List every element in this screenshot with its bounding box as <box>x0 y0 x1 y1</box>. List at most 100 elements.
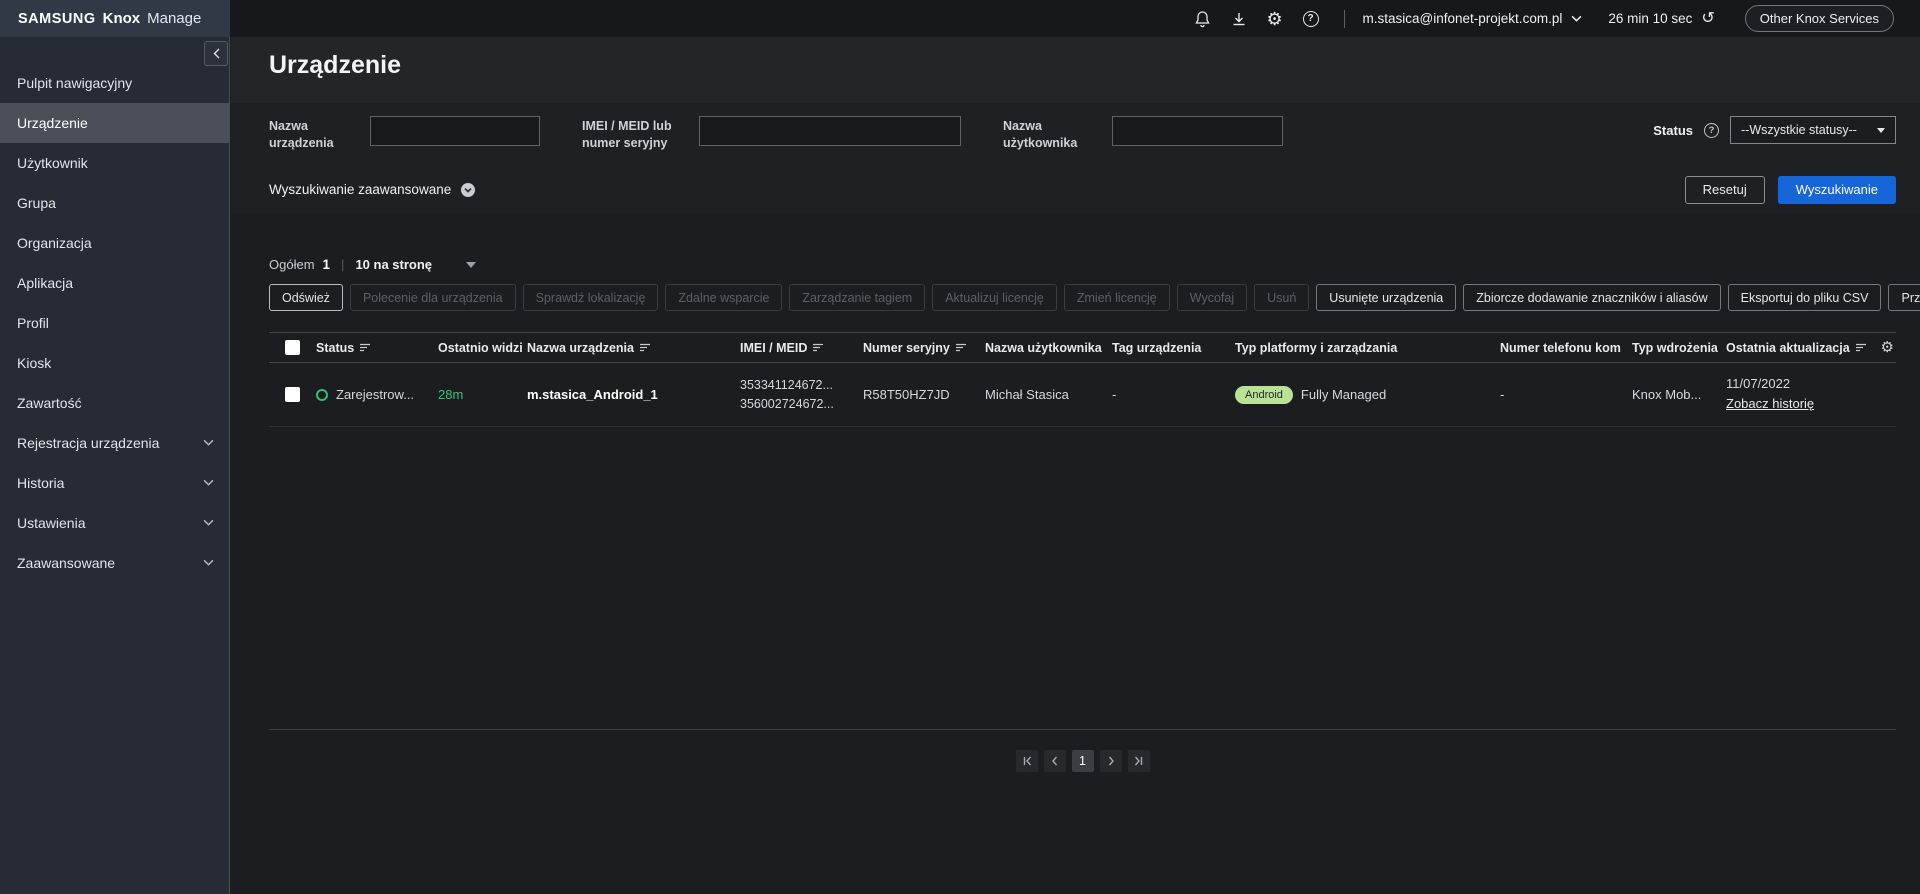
reset-button[interactable]: Resetuj <box>1685 176 1765 204</box>
device-name-label: Nazwa urządzenia <box>269 116 357 152</box>
bulk-tags-aliases-button[interactable]: Zbiorcze dodawanie znaczników i aliasów <box>1463 284 1720 311</box>
user-name-input[interactable] <box>1112 116 1283 146</box>
download-icon[interactable] <box>1228 8 1250 30</box>
sidebar-item-rejestracja-urzadzenia[interactable]: Rejestracja urządzenia <box>0 423 229 463</box>
remote-support-button[interactable]: Zdalne wsparcie <box>665 284 782 311</box>
prev-page-button[interactable] <box>1044 750 1066 772</box>
sidebar-collapse-button[interactable] <box>204 41 228 66</box>
column-updated[interactable]: Ostatnia aktualizacja <box>1726 341 1878 355</box>
sidebar-item-profil[interactable]: Profil <box>0 303 229 343</box>
sidebar-item-historia[interactable]: Historia <box>0 463 229 503</box>
table-header: Status Ostatnio widzi Nazwa urządzenia I… <box>269 332 1896 363</box>
page-header: Urządzenie <box>231 37 1920 103</box>
chevron-down-icon <box>203 439 214 446</box>
session-timer-value: 26 min 10 sec <box>1608 11 1692 26</box>
page-title: Urządzenie <box>269 51 1896 80</box>
device-command-button[interactable]: Polecenie dla urządzenia <box>350 284 516 311</box>
sidebar-item-urzadzenie[interactable]: Urządzenie <box>0 103 229 143</box>
table-empty-area <box>269 427 1896 730</box>
column-last-seen: Ostatnio widzi <box>438 341 527 355</box>
update-license-button[interactable]: Aktualizuj licencję <box>932 284 1057 311</box>
topbar-actions: ⚙ ? m.stasica@infonet-projekt.com.pl 26 … <box>230 0 1920 37</box>
settings-gear-icon[interactable]: ⚙ <box>1264 8 1286 30</box>
sidebar-item-zawartosc[interactable]: Zawartość <box>0 383 229 423</box>
filter-imei: IMEI / MEID lub numer seryjny <box>582 116 961 152</box>
chevron-down-icon <box>203 479 214 486</box>
table-row[interactable]: Zarejestrow... 28m m.stasica_Android_1 3… <box>269 363 1896 427</box>
device-name-input[interactable] <box>370 116 540 146</box>
column-settings-gear-icon[interactable]: ⚙ <box>1881 340 1894 355</box>
column-imei[interactable]: IMEI / MEID <box>740 341 863 355</box>
samsung-logo: SAMSUNG <box>18 11 96 27</box>
export-csv-button[interactable]: Eksportuj do pliku CSV <box>1728 284 1882 311</box>
column-serial[interactable]: Numer seryjny <box>863 341 985 355</box>
status-label: Status <box>1653 123 1693 138</box>
sidebar-item-kiosk[interactable]: Kiosk <box>0 343 229 383</box>
column-tag: Tag urządzenia <box>1112 341 1235 355</box>
other-knox-services-button[interactable]: Other Knox Services <box>1745 5 1894 32</box>
notifications-bell-icon[interactable] <box>1192 8 1214 30</box>
cell-user: Michał Stasica <box>985 387 1112 402</box>
app-logo: SAMSUNG Knox Manage <box>0 0 230 37</box>
column-device-name[interactable]: Nazwa urządzenia <box>527 341 740 355</box>
column-user: Nazwa użytkownika <box>985 341 1112 355</box>
column-platform: Typ platformy i zarządzania <box>1235 341 1500 355</box>
filter-panel: Nazwa urządzenia IMEI / MEID lub numer s… <box>231 103 1920 213</box>
column-status[interactable]: Status <box>316 341 438 355</box>
total-count: 1 <box>323 257 331 272</box>
page-size-select[interactable]: 10 na stronę <box>355 257 432 272</box>
sidebar-nav: Pulpit nawigacyjny Urządzenie Użytkownik… <box>0 37 229 583</box>
session-reset-icon[interactable]: ↺ <box>1701 11 1714 27</box>
check-location-button[interactable]: Sprawdź lokalizację <box>523 284 659 311</box>
filter-user-name: Nazwa użytkownika <box>1003 116 1283 152</box>
imei-line-1: 353341124672... <box>740 377 834 393</box>
tag-management-button[interactable]: Zarządzanie tagiem <box>789 284 925 311</box>
sidebar-item-label: Zaawansowane <box>17 555 115 571</box>
sidebar-item-label: Historia <box>17 475 64 491</box>
advanced-search-toggle[interactable]: Wyszukiwanie zaawansowane <box>269 182 476 198</box>
filter-row: Nazwa urządzenia IMEI / MEID lub numer s… <box>269 116 1896 152</box>
status-select[interactable]: --Wszystkie statusy-- <box>1730 116 1896 144</box>
last-page-button[interactable] <box>1128 750 1150 772</box>
next-page-button[interactable] <box>1100 750 1122 772</box>
select-all-checkbox[interactable] <box>285 340 300 355</box>
sort-icon <box>360 343 371 352</box>
restore-button[interactable]: Przyw <box>1888 284 1920 311</box>
chevron-down-icon <box>1571 15 1582 22</box>
help-icon[interactable]: ? <box>1300 8 1322 30</box>
sidebar-item-ustawienia[interactable]: Ustawienia <box>0 503 229 543</box>
first-page-button[interactable] <box>1016 750 1038 772</box>
unenroll-button[interactable]: Wycofaj <box>1177 284 1247 311</box>
sort-icon <box>813 343 824 352</box>
sidebar-item-label: Zawartość <box>17 395 82 411</box>
search-button[interactable]: Wyszukiwanie <box>1778 176 1896 204</box>
filter-status: Status ? --Wszystkie statusy-- <box>1653 116 1896 144</box>
sidebar-item-zaawansowane[interactable]: Zaawansowane <box>0 543 229 583</box>
deleted-devices-button[interactable]: Usunięte urządzenia <box>1316 284 1456 311</box>
sidebar-item-pulpit-nawigacyjny[interactable]: Pulpit nawigacyjny <box>0 63 229 103</box>
sidebar-item-organizacja[interactable]: Organizacja <box>0 223 229 263</box>
advanced-search-label: Wyszukiwanie zaawansowane <box>269 182 451 197</box>
sidebar-item-uzytkownik[interactable]: Użytkownik <box>0 143 229 183</box>
cell-phone: - <box>1500 387 1632 402</box>
sidebar-item-aplikacja[interactable]: Aplikacja <box>0 263 229 303</box>
imei-input[interactable] <box>699 116 961 146</box>
view-history-link[interactable]: Zobacz historię <box>1726 396 1814 413</box>
account-menu[interactable]: m.stasica@infonet-projekt.com.pl <box>1363 11 1583 26</box>
change-license-button[interactable]: Zmień licencję <box>1064 284 1170 311</box>
delete-button[interactable]: Usuń <box>1254 284 1309 311</box>
status-help-icon[interactable]: ? <box>1704 123 1719 138</box>
refresh-button[interactable]: Odśwież <box>269 284 343 311</box>
sort-icon <box>956 343 967 352</box>
user-name-label: Nazwa użytkownika <box>1003 116 1099 152</box>
main-content: Urządzenie Nazwa urządzenia IMEI / MEID … <box>231 37 1920 894</box>
row-checkbox[interactable] <box>285 387 300 402</box>
current-page-button[interactable]: 1 <box>1072 750 1094 772</box>
cell-device-name[interactable]: m.stasica_Android_1 <box>527 387 740 402</box>
device-toolbar: Odśwież Polecenie dla urządzenia Sprawdź… <box>269 284 1920 311</box>
summary-divider: | <box>341 257 344 272</box>
page-size-caret-icon[interactable] <box>466 262 476 268</box>
sort-icon <box>1856 343 1867 352</box>
sort-icon <box>640 343 651 352</box>
sidebar-item-grupa[interactable]: Grupa <box>0 183 229 223</box>
